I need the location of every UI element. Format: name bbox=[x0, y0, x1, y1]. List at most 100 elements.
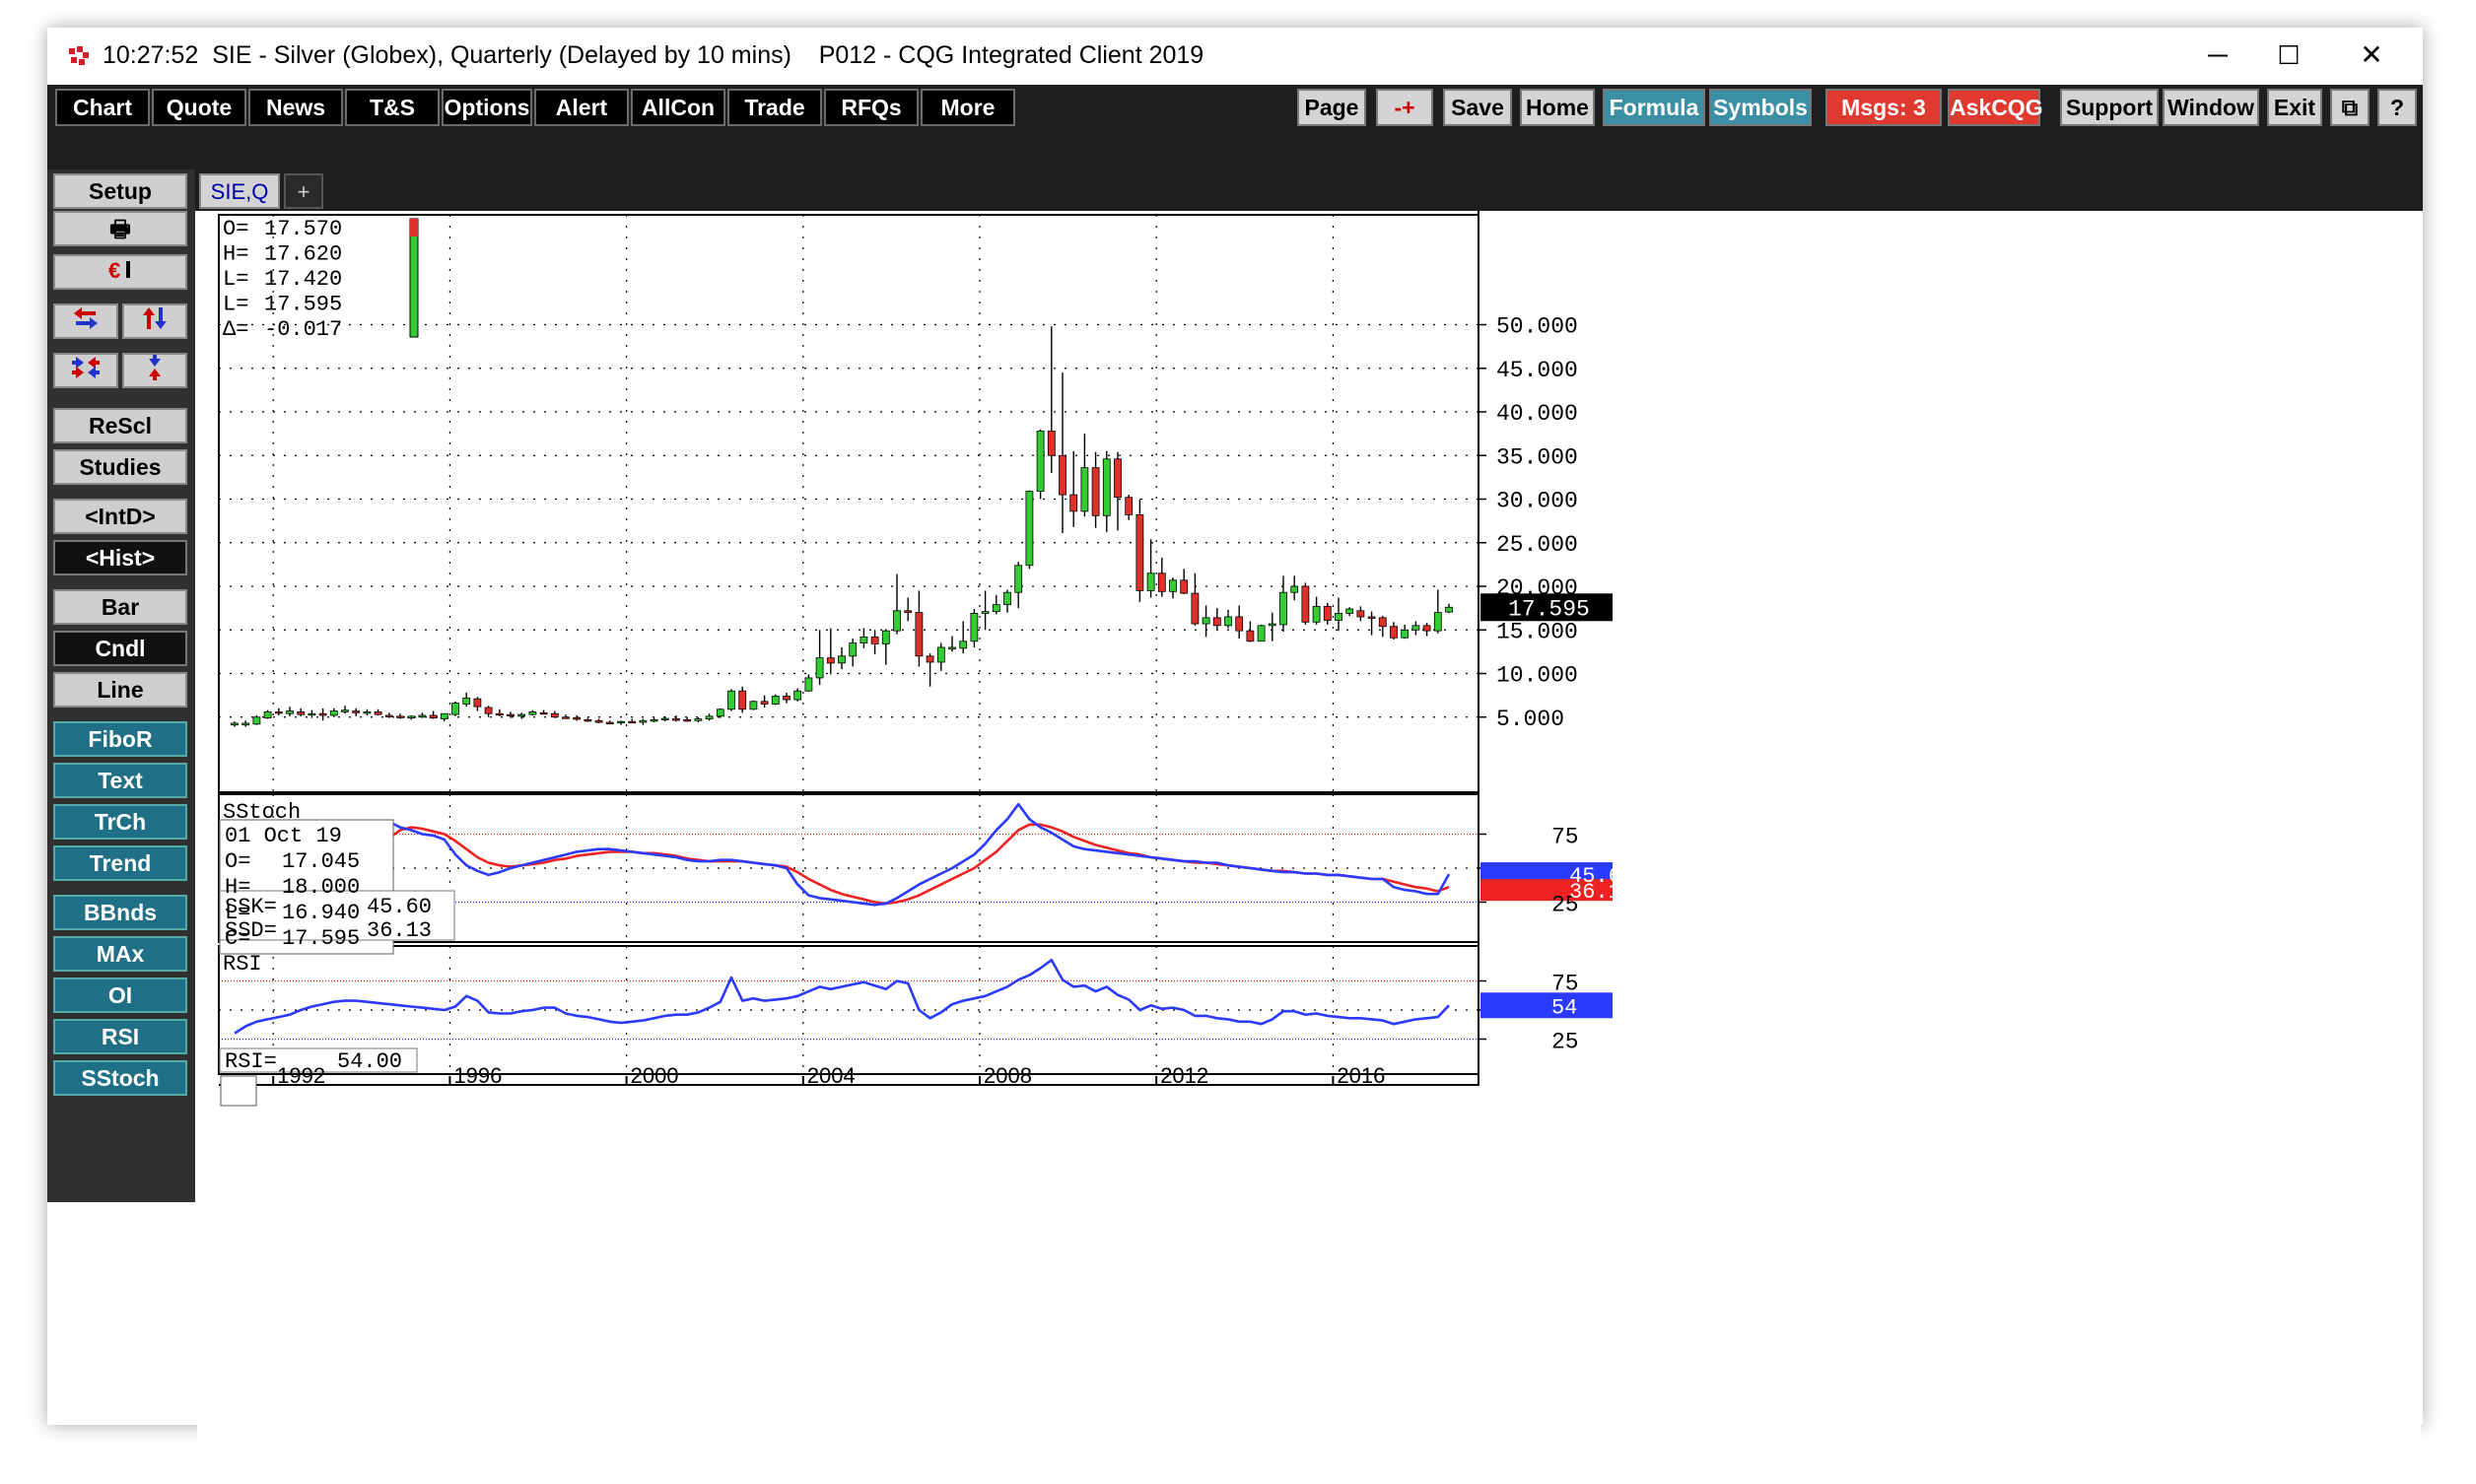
historical-button[interactable]: <Hist> bbox=[53, 540, 187, 575]
studies-button[interactable]: Studies bbox=[53, 449, 187, 485]
askcqg-button[interactable]: AskCQG bbox=[1948, 89, 2043, 126]
candle-body bbox=[374, 711, 382, 715]
fibonacci-retracement-button[interactable]: FiboR bbox=[53, 721, 187, 757]
sstoch-study-button[interactable]: SStoch bbox=[53, 1060, 187, 1096]
window-button[interactable]: Window bbox=[2163, 89, 2259, 126]
zoom-button[interactable]: -+ bbox=[1376, 89, 1433, 126]
text-tool-button[interactable]: Text bbox=[53, 763, 187, 798]
scroll-horizontal-button[interactable] bbox=[53, 304, 118, 339]
compress-vertical-icon bbox=[149, 355, 161, 380]
compress-horizontal-button[interactable] bbox=[53, 353, 118, 388]
tab-sie-q[interactable]: SIE,Q bbox=[199, 173, 280, 209]
options-button[interactable]: Options bbox=[442, 89, 532, 126]
candle-body bbox=[286, 710, 294, 714]
price-tick-label: 30.000 bbox=[1496, 489, 1578, 514]
candle-body bbox=[297, 711, 306, 715]
candle-body bbox=[484, 707, 493, 714]
candle-body bbox=[517, 713, 526, 717]
ohlc-value: 17.595 bbox=[264, 293, 342, 317]
ohlc-value: 17.420 bbox=[264, 267, 342, 292]
exit-button[interactable]: Exit bbox=[2267, 89, 2322, 126]
alert-button[interactable]: Alert bbox=[534, 89, 629, 126]
candle-body bbox=[1367, 616, 1376, 619]
candle-body bbox=[1312, 605, 1321, 623]
candle-body bbox=[231, 722, 239, 726]
candle-body bbox=[1169, 579, 1177, 592]
rescale-button[interactable]: ReScl bbox=[53, 408, 187, 443]
close-button[interactable]: ✕ bbox=[2342, 34, 2401, 77]
add-tab-button[interactable]: + bbox=[284, 173, 323, 209]
arrows-vertical-icon bbox=[143, 307, 167, 329]
setup-button[interactable]: Setup bbox=[53, 173, 187, 209]
candle-body bbox=[1157, 573, 1166, 592]
candle-body bbox=[617, 720, 625, 724]
candle-body bbox=[329, 710, 338, 716]
svg-text:€: € bbox=[108, 258, 120, 282]
sstoch-level-label: 75 bbox=[1551, 825, 1579, 850]
ssd-tag-label: 36.1 bbox=[1569, 880, 1621, 905]
candle-body bbox=[241, 722, 250, 726]
print-icon[interactable]: 🖶 bbox=[53, 211, 187, 246]
trend-channel-button[interactable]: TrCh bbox=[53, 804, 187, 840]
candle-body bbox=[981, 611, 990, 614]
rsi-value: 54.00 bbox=[337, 1049, 402, 1074]
rsi-panel-title: RSI bbox=[223, 952, 262, 977]
ohlc-label: H= bbox=[223, 242, 248, 267]
page-button[interactable]: Page bbox=[1297, 89, 1366, 126]
support-button[interactable]: Support bbox=[2060, 89, 2159, 126]
restore-icon[interactable]: ⧉ bbox=[2330, 89, 2370, 126]
trend-line-button[interactable]: Trend bbox=[53, 845, 187, 881]
ohlc-label: L= bbox=[223, 293, 248, 317]
candle-body bbox=[1390, 626, 1398, 639]
maximize-button[interactable]: ☐ bbox=[2259, 34, 2318, 77]
bollinger-bands-button[interactable]: BBnds bbox=[53, 895, 187, 930]
minimize-button[interactable]: ─ bbox=[2188, 34, 2247, 77]
save-button[interactable]: Save bbox=[1443, 89, 1512, 126]
bar-chart-button[interactable]: Bar bbox=[53, 589, 187, 625]
candle-body bbox=[826, 657, 835, 664]
formula-button[interactable]: Formula bbox=[1603, 89, 1705, 126]
candle-body bbox=[672, 718, 680, 721]
scroll-vertical-button[interactable] bbox=[122, 304, 187, 339]
messages-button[interactable]: Msgs: 3 bbox=[1825, 89, 1942, 126]
bar-info-value: 17.595 bbox=[282, 926, 360, 951]
allcon-button[interactable]: AllCon bbox=[631, 89, 725, 126]
candle-body bbox=[815, 657, 824, 679]
line-chart-button[interactable]: Line bbox=[53, 672, 187, 708]
rfqs-button[interactable]: RFQs bbox=[824, 89, 919, 126]
candle-chart-button[interactable]: Cndl bbox=[53, 631, 187, 666]
rsi-value-tag bbox=[1480, 992, 1613, 1019]
bar-info-value: 16.940 bbox=[282, 901, 360, 925]
candle-body bbox=[418, 714, 427, 718]
moving-average-button[interactable]: MAx bbox=[53, 936, 187, 972]
intraday-button[interactable]: <IntD> bbox=[53, 499, 187, 534]
chart-background bbox=[197, 211, 2421, 1454]
compress-vertical-button[interactable] bbox=[122, 353, 187, 388]
compress-horizontal-icon bbox=[72, 357, 100, 378]
symbols-button[interactable]: Symbols bbox=[1709, 89, 1812, 126]
chart-button[interactable]: Chart bbox=[55, 89, 150, 126]
help-button[interactable]: ? bbox=[2377, 89, 2417, 126]
quote-button[interactable]: Quote bbox=[152, 89, 246, 126]
candle-body bbox=[1069, 494, 1078, 512]
price-tick-label: 35.000 bbox=[1496, 444, 1578, 470]
sstoch-panel-title: SStoch bbox=[223, 800, 301, 825]
home-button[interactable]: Home bbox=[1520, 89, 1595, 126]
trade-button[interactable]: Trade bbox=[727, 89, 822, 126]
open-interest-button[interactable]: OI bbox=[53, 978, 187, 1013]
ohlc-value: 17.570 bbox=[264, 217, 342, 241]
candle-body bbox=[992, 604, 1000, 613]
more-button[interactable]: More bbox=[921, 89, 1015, 126]
candle-body bbox=[683, 719, 692, 722]
candle-body bbox=[1080, 467, 1089, 512]
candle-body bbox=[573, 716, 582, 720]
rsi-study-button[interactable]: RSI bbox=[53, 1019, 187, 1054]
draw-tool-button[interactable]: € bbox=[53, 254, 187, 290]
news-button[interactable]: News bbox=[248, 89, 343, 126]
ts-button[interactable]: T&S bbox=[345, 89, 440, 126]
last-price-label: 17.595 bbox=[1508, 596, 1590, 622]
draw-tool-icon: € bbox=[108, 258, 130, 283]
candle-body bbox=[926, 655, 934, 663]
chart-area[interactable]: 1992 1996 2000 2004 2008 2012 2016 50.000 45.000… bbox=[197, 211, 2421, 1454]
candle-body bbox=[1323, 605, 1332, 621]
